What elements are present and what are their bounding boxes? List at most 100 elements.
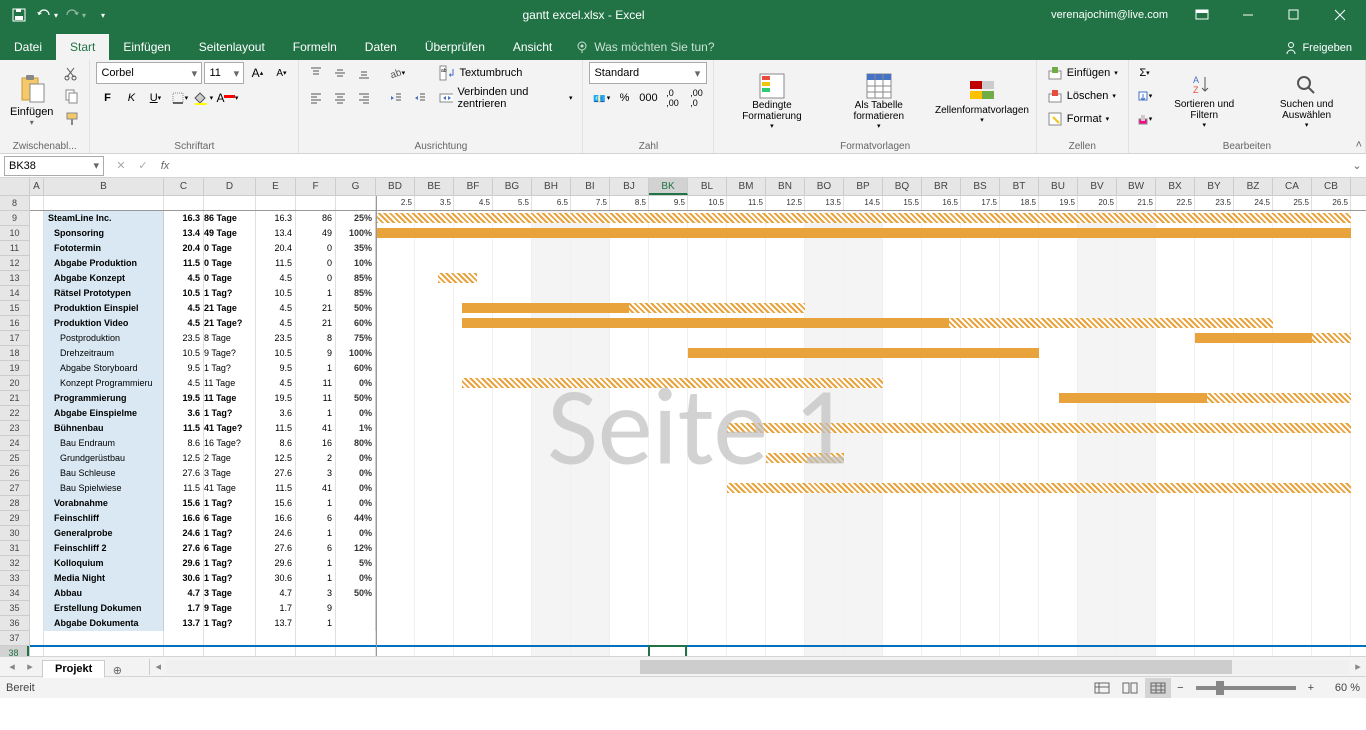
col-header[interactable]: BE xyxy=(415,178,454,195)
align-right-button[interactable] xyxy=(353,87,375,109)
row-header[interactable]: 18 xyxy=(0,346,29,361)
delete-cells-button[interactable]: Löschen▾ xyxy=(1043,85,1122,107)
gantt-bar[interactable] xyxy=(462,378,883,388)
task-name[interactable]: Feinschliff 2 xyxy=(44,541,164,556)
col-header[interactable]: BR xyxy=(922,178,961,195)
row-header[interactable]: 8 xyxy=(0,196,29,211)
wrap-text-button[interactable]: abTextumbruch xyxy=(435,62,576,84)
zoom-slider-thumb[interactable] xyxy=(1216,681,1224,695)
name-box-dropdown[interactable]: ▾ xyxy=(93,159,99,172)
row-header[interactable]: 34 xyxy=(0,586,29,601)
col-header[interactable]: BK xyxy=(649,178,688,195)
sheet-nav-first[interactable]: ◂ xyxy=(4,659,20,675)
gantt-bar[interactable] xyxy=(766,453,844,463)
tab-start[interactable]: Start xyxy=(56,34,109,60)
gantt-bar[interactable] xyxy=(688,348,1039,358)
page-break-view-button[interactable] xyxy=(1145,678,1171,698)
align-top-button[interactable] xyxy=(305,62,327,84)
col-header[interactable]: BM xyxy=(727,178,766,195)
task-name[interactable]: Abgabe Konzept xyxy=(44,271,164,286)
row-header[interactable]: 25 xyxy=(0,451,29,466)
col-header[interactable]: CA xyxy=(1273,178,1312,195)
row-header[interactable]: 21 xyxy=(0,391,29,406)
maximize-button[interactable] xyxy=(1272,0,1316,30)
col-header[interactable]: BW xyxy=(1117,178,1156,195)
save-button[interactable] xyxy=(6,2,32,28)
row-header[interactable]: 14 xyxy=(0,286,29,301)
qat-customize[interactable]: ▾ xyxy=(90,2,116,28)
formula-input[interactable] xyxy=(182,160,1348,172)
gantt-bar[interactable] xyxy=(438,273,477,283)
col-header[interactable]: BZ xyxy=(1234,178,1273,195)
row-header[interactable]: 31 xyxy=(0,541,29,556)
user-email[interactable]: verenajochim@live.com xyxy=(1051,9,1168,21)
col-header[interactable]: BU xyxy=(1039,178,1078,195)
accounting-format-button[interactable]: 💶▾ xyxy=(589,87,611,109)
col-header[interactable]: D xyxy=(204,178,256,195)
orientation-button[interactable]: ab▾ xyxy=(385,62,407,84)
row-header[interactable]: 24 xyxy=(0,436,29,451)
zoom-level[interactable]: 60 % xyxy=(1320,682,1360,694)
tab-seitenlayout[interactable]: Seitenlayout xyxy=(185,34,279,60)
expand-formula-bar[interactable]: ⌄ xyxy=(1348,159,1366,172)
format-painter-button[interactable] xyxy=(61,108,83,130)
tell-me-search[interactable]: Was möchten Sie tun? xyxy=(566,34,724,60)
merge-center-button[interactable]: Verbinden und zentrieren▾ xyxy=(435,87,576,109)
row-header[interactable]: 16 xyxy=(0,316,29,331)
conditional-formatting-button[interactable]: Bedingte Formatierung▾ xyxy=(720,62,823,139)
task-name[interactable]: Drehzeitraum xyxy=(44,346,164,361)
col-header[interactable]: BX xyxy=(1156,178,1195,195)
row-header[interactable]: 10 xyxy=(0,226,29,241)
cut-button[interactable] xyxy=(61,62,83,84)
col-header[interactable]: BG xyxy=(493,178,532,195)
decrease-font-button[interactable]: A▾ xyxy=(270,62,292,84)
row-header[interactable]: 35 xyxy=(0,601,29,616)
insert-cells-button[interactable]: Einfügen▾ xyxy=(1043,62,1122,84)
gantt-bar[interactable] xyxy=(727,423,1351,433)
task-name[interactable]: Abgabe Storyboard xyxy=(44,361,164,376)
cell-grid[interactable]: Seite 1 2.53.54.55.56.57.58.59.510.511.5… xyxy=(30,196,1366,656)
task-name[interactable]: Produktion Einspiel xyxy=(44,301,164,316)
horizontal-scrollbar[interactable]: ◂ ▸ xyxy=(149,659,1366,675)
col-header[interactable]: BN xyxy=(766,178,805,195)
col-header[interactable]: BI xyxy=(571,178,610,195)
sheet-nav-last[interactable]: ▸ xyxy=(22,659,38,675)
col-header[interactable]: F xyxy=(296,178,336,195)
ribbon-display-options[interactable] xyxy=(1180,0,1224,30)
normal-view-button[interactable] xyxy=(1089,678,1115,698)
row-header[interactable]: 22 xyxy=(0,406,29,421)
col-header[interactable]: BO xyxy=(805,178,844,195)
paste-button[interactable]: Einfügen ▾ xyxy=(6,62,57,139)
align-bottom-button[interactable] xyxy=(353,62,375,84)
col-header[interactable]: BQ xyxy=(883,178,922,195)
row-header[interactable]: 33 xyxy=(0,571,29,586)
percent-format-button[interactable]: % xyxy=(613,87,635,109)
task-name[interactable]: Grundgerüstbau xyxy=(44,451,164,466)
gantt-bar[interactable] xyxy=(727,483,1351,493)
name-box[interactable]: BK38▾ xyxy=(4,156,104,176)
row-header[interactable]: 15 xyxy=(0,301,29,316)
number-format-combo[interactable]: ▾ xyxy=(589,62,707,84)
scroll-thumb-h[interactable] xyxy=(640,660,1232,674)
bold-button[interactable]: F xyxy=(96,87,118,109)
col-header[interactable]: BD xyxy=(376,178,415,195)
align-left-button[interactable] xyxy=(305,87,327,109)
col-header[interactable]: BP xyxy=(844,178,883,195)
enter-formula-button[interactable]: ✓ xyxy=(134,159,152,172)
col-header[interactable]: G xyxy=(336,178,376,195)
col-header[interactable]: BF xyxy=(454,178,493,195)
task-name[interactable]: Sponsoring xyxy=(44,226,164,241)
sheet-tab-projekt[interactable]: Projekt xyxy=(42,660,105,678)
col-header[interactable]: BY xyxy=(1195,178,1234,195)
column-headers[interactable]: ABCDEFGBDBEBFBGBHBIBJBKBLBMBNBOBPBQBRBSB… xyxy=(30,178,1366,196)
italic-button[interactable]: K xyxy=(120,87,142,109)
gantt-bar-progress[interactable] xyxy=(462,303,630,313)
copy-button[interactable] xyxy=(61,85,83,107)
format-cells-button[interactable]: Format▾ xyxy=(1043,108,1122,130)
task-name[interactable]: Kolloquium xyxy=(44,556,164,571)
task-name[interactable]: Fototermin xyxy=(44,241,164,256)
font-size-combo[interactable]: ▾ xyxy=(204,62,244,84)
clear-button[interactable]: ▾ xyxy=(1135,108,1155,130)
gantt-bar-progress[interactable] xyxy=(1059,393,1207,403)
col-header[interactable]: BV xyxy=(1078,178,1117,195)
